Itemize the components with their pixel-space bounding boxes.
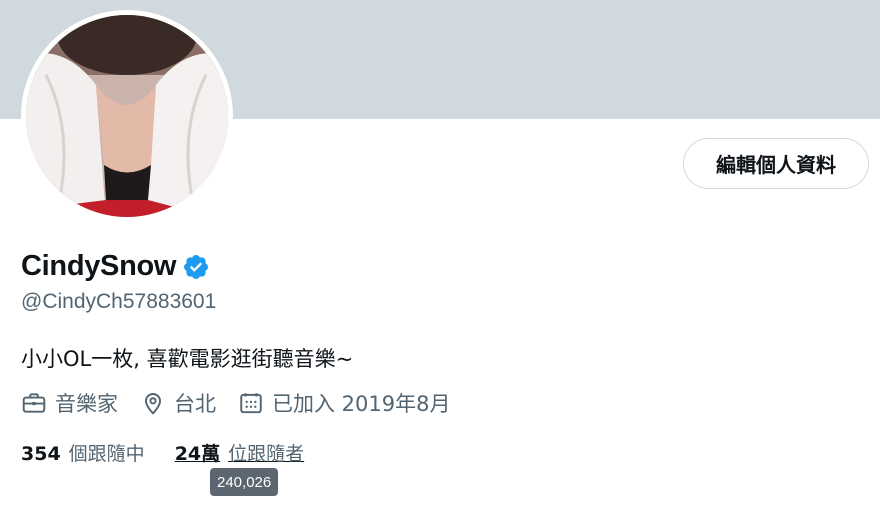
verified-badge-icon[interactable] xyxy=(182,253,210,281)
profile-meta: 音樂家 台北 已加入 2019年8月 xyxy=(21,388,472,418)
followers-label: 位跟隨者 xyxy=(228,443,305,465)
following-link[interactable]: 354 個跟隨中 xyxy=(21,439,145,466)
location-text: 台北 xyxy=(174,392,216,416)
followers-count: 24萬 xyxy=(174,443,221,465)
name-row: CindySnow xyxy=(21,250,210,283)
calendar-icon xyxy=(240,393,262,414)
following-count: 354 xyxy=(21,443,61,465)
joined-item: 已加入 2019年8月 xyxy=(238,388,450,418)
location-pin-icon xyxy=(144,393,162,415)
avatar-container xyxy=(21,10,233,222)
user-handle: @CindyCh57883601 xyxy=(21,290,217,313)
avatar[interactable] xyxy=(26,15,228,217)
briefcase-icon xyxy=(22,393,46,413)
location-item: 台北 xyxy=(140,388,216,418)
profile-bio: 小小OL一枚, 喜歡電影逛街聽音樂~ xyxy=(21,347,354,371)
joined-text: 已加入 2019年8月 xyxy=(272,392,451,416)
display-name: CindySnow xyxy=(21,250,177,282)
avatar-image xyxy=(26,15,228,217)
follow-stats: 354 個跟隨中 24萬 位跟隨者 xyxy=(21,439,304,466)
edit-profile-button[interactable]: 編輯個人資料 xyxy=(683,138,869,189)
profession-text: 音樂家 xyxy=(55,392,118,416)
followers-tooltip: 240,026 xyxy=(210,468,279,496)
profession-item: 音樂家 xyxy=(21,388,118,418)
followers-link[interactable]: 24萬 位跟隨者 xyxy=(175,439,304,466)
following-label: 個跟隨中 xyxy=(68,443,145,465)
